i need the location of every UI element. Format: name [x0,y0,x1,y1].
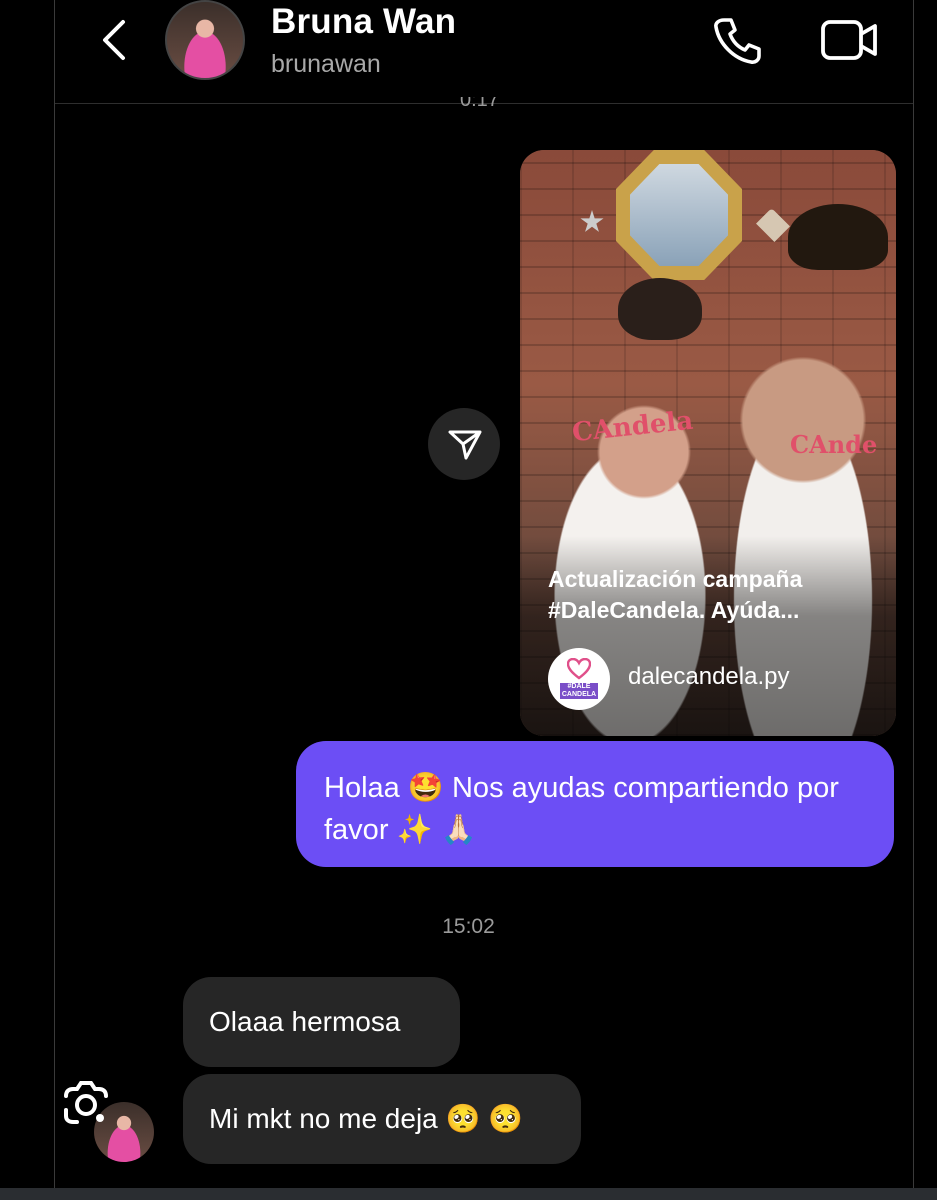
video-icon [821,20,877,60]
previous-timestamp: 0:17 [460,97,499,111]
post-caption: Actualización campaña #DaleCandela. Ayúd… [548,566,803,623]
call-button[interactable] [710,14,764,66]
back-icon [103,20,125,60]
wall-picture [630,164,728,266]
send-icon [448,430,482,460]
post-source-tag: #DALE CANDELA [560,683,598,699]
frame-line-left [54,0,55,1190]
chat-header: Bruna Wan brunawan [55,0,913,104]
received-message[interactable]: Olaaa hermosa [183,977,460,1067]
shirt-logo-right: CAnde [790,430,878,459]
contact-name[interactable]: Bruna Wan [271,2,456,42]
heart-logo-icon [567,658,591,680]
contact-username[interactable]: brunawan [271,50,381,79]
message-timestamp: 15:02 [442,915,495,938]
received-message[interactable]: Mi mkt no me deja 🥺 🥺 [183,1074,581,1164]
shared-post[interactable]: CAndela CAnde Actualización campaña #Dal… [520,150,896,736]
phone-icon [714,18,761,64]
share-button[interactable] [428,408,500,480]
sent-message[interactable]: Holaa 🤩 Nos ayudas compartiendo por favo… [296,741,894,867]
avatar[interactable] [165,0,245,80]
lens-button[interactable] [60,1080,112,1128]
bottom-bar [0,1188,937,1200]
man-hair [788,204,888,270]
back-button[interactable] [95,18,135,62]
video-call-button[interactable] [820,14,880,66]
post-source-name[interactable]: dalecandela.py [628,663,789,691]
woman-hair [618,278,702,340]
lens-icon [64,1081,108,1124]
frame-line-right [913,0,914,1190]
